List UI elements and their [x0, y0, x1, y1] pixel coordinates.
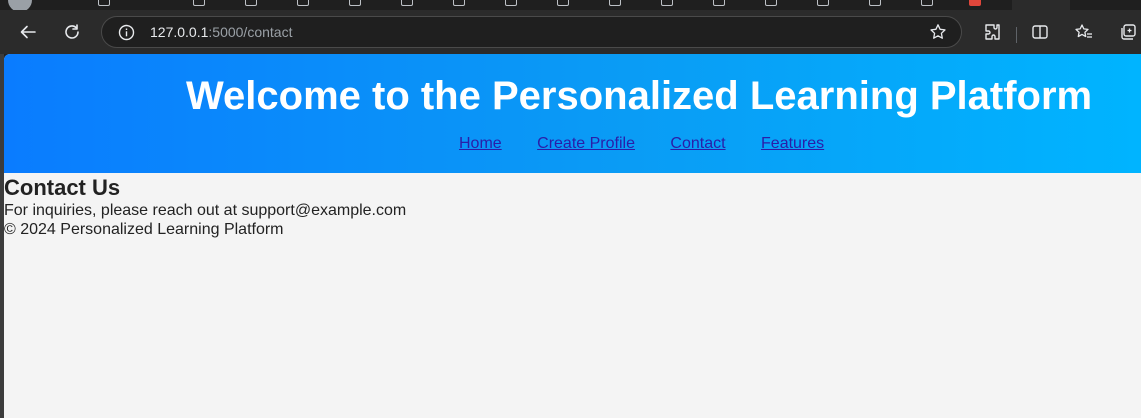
tab-page-icon[interactable] [401, 0, 413, 6]
star-icon[interactable] [929, 23, 947, 46]
address-bar[interactable]: 127.0.0.1:5000/contact [101, 16, 962, 48]
tab-page-icon[interactable] [245, 0, 257, 6]
favorites-icon[interactable] [1074, 22, 1094, 47]
nav-link-features[interactable]: Features [761, 135, 824, 152]
reload-icon[interactable] [62, 22, 82, 42]
tab-page-icon[interactable] [661, 0, 673, 6]
tab-page-icon[interactable] [817, 0, 829, 6]
nav-link-home[interactable]: Home [459, 135, 502, 152]
tab-strip [0, 0, 1141, 10]
tab-page-icon[interactable] [869, 0, 881, 6]
nav-link-contact[interactable]: Contact [670, 135, 725, 152]
main-nav: Home Create Profile Contact Features [459, 135, 855, 153]
url-path: :5000/contact [208, 24, 293, 40]
split-screen-icon[interactable] [1030, 22, 1050, 47]
tab-favicon[interactable] [969, 0, 981, 6]
tab-page-icon[interactable] [505, 0, 517, 6]
tab-page-icon[interactable] [921, 0, 933, 6]
header-title: Welcome to the Personalized Learning Pla… [186, 74, 1093, 118]
page-viewport: Welcome to the Personalized Learning Pla… [4, 54, 1141, 418]
collections-icon[interactable] [1118, 22, 1138, 47]
toolbar-divider [1016, 27, 1017, 43]
inquiry-text: For inquiries, please reach out at suppo… [4, 202, 407, 219]
tab-page-icon[interactable] [557, 0, 569, 6]
active-tab[interactable] [1012, 0, 1070, 10]
tab-page-icon[interactable] [713, 0, 725, 6]
tab-page-icon[interactable] [453, 0, 465, 6]
url-text[interactable]: 127.0.0.1:5000/contact [150, 24, 292, 40]
extensions-icon[interactable] [982, 22, 1002, 47]
site-header: Welcome to the Personalized Learning Pla… [4, 54, 1141, 173]
profile-avatar[interactable] [8, 0, 32, 10]
tab-page-icon[interactable] [193, 0, 205, 6]
tab-page-icon[interactable] [349, 0, 361, 6]
tab-page-icon[interactable] [98, 0, 110, 6]
tab-page-icon[interactable] [609, 0, 621, 6]
page-footer: © 2024 Personalized Learning Platform [4, 221, 284, 238]
back-arrow-icon[interactable] [18, 22, 38, 42]
info-icon[interactable] [118, 24, 135, 46]
section-title: Contact Us [4, 175, 121, 200]
tab-page-icon[interactable] [765, 0, 777, 6]
tab-page-icon[interactable] [297, 0, 309, 6]
url-host: 127.0.0.1 [150, 24, 209, 40]
browser-toolbar: 127.0.0.1:5000/contact [0, 10, 1141, 54]
nav-link-create-profile[interactable]: Create Profile [537, 135, 635, 152]
